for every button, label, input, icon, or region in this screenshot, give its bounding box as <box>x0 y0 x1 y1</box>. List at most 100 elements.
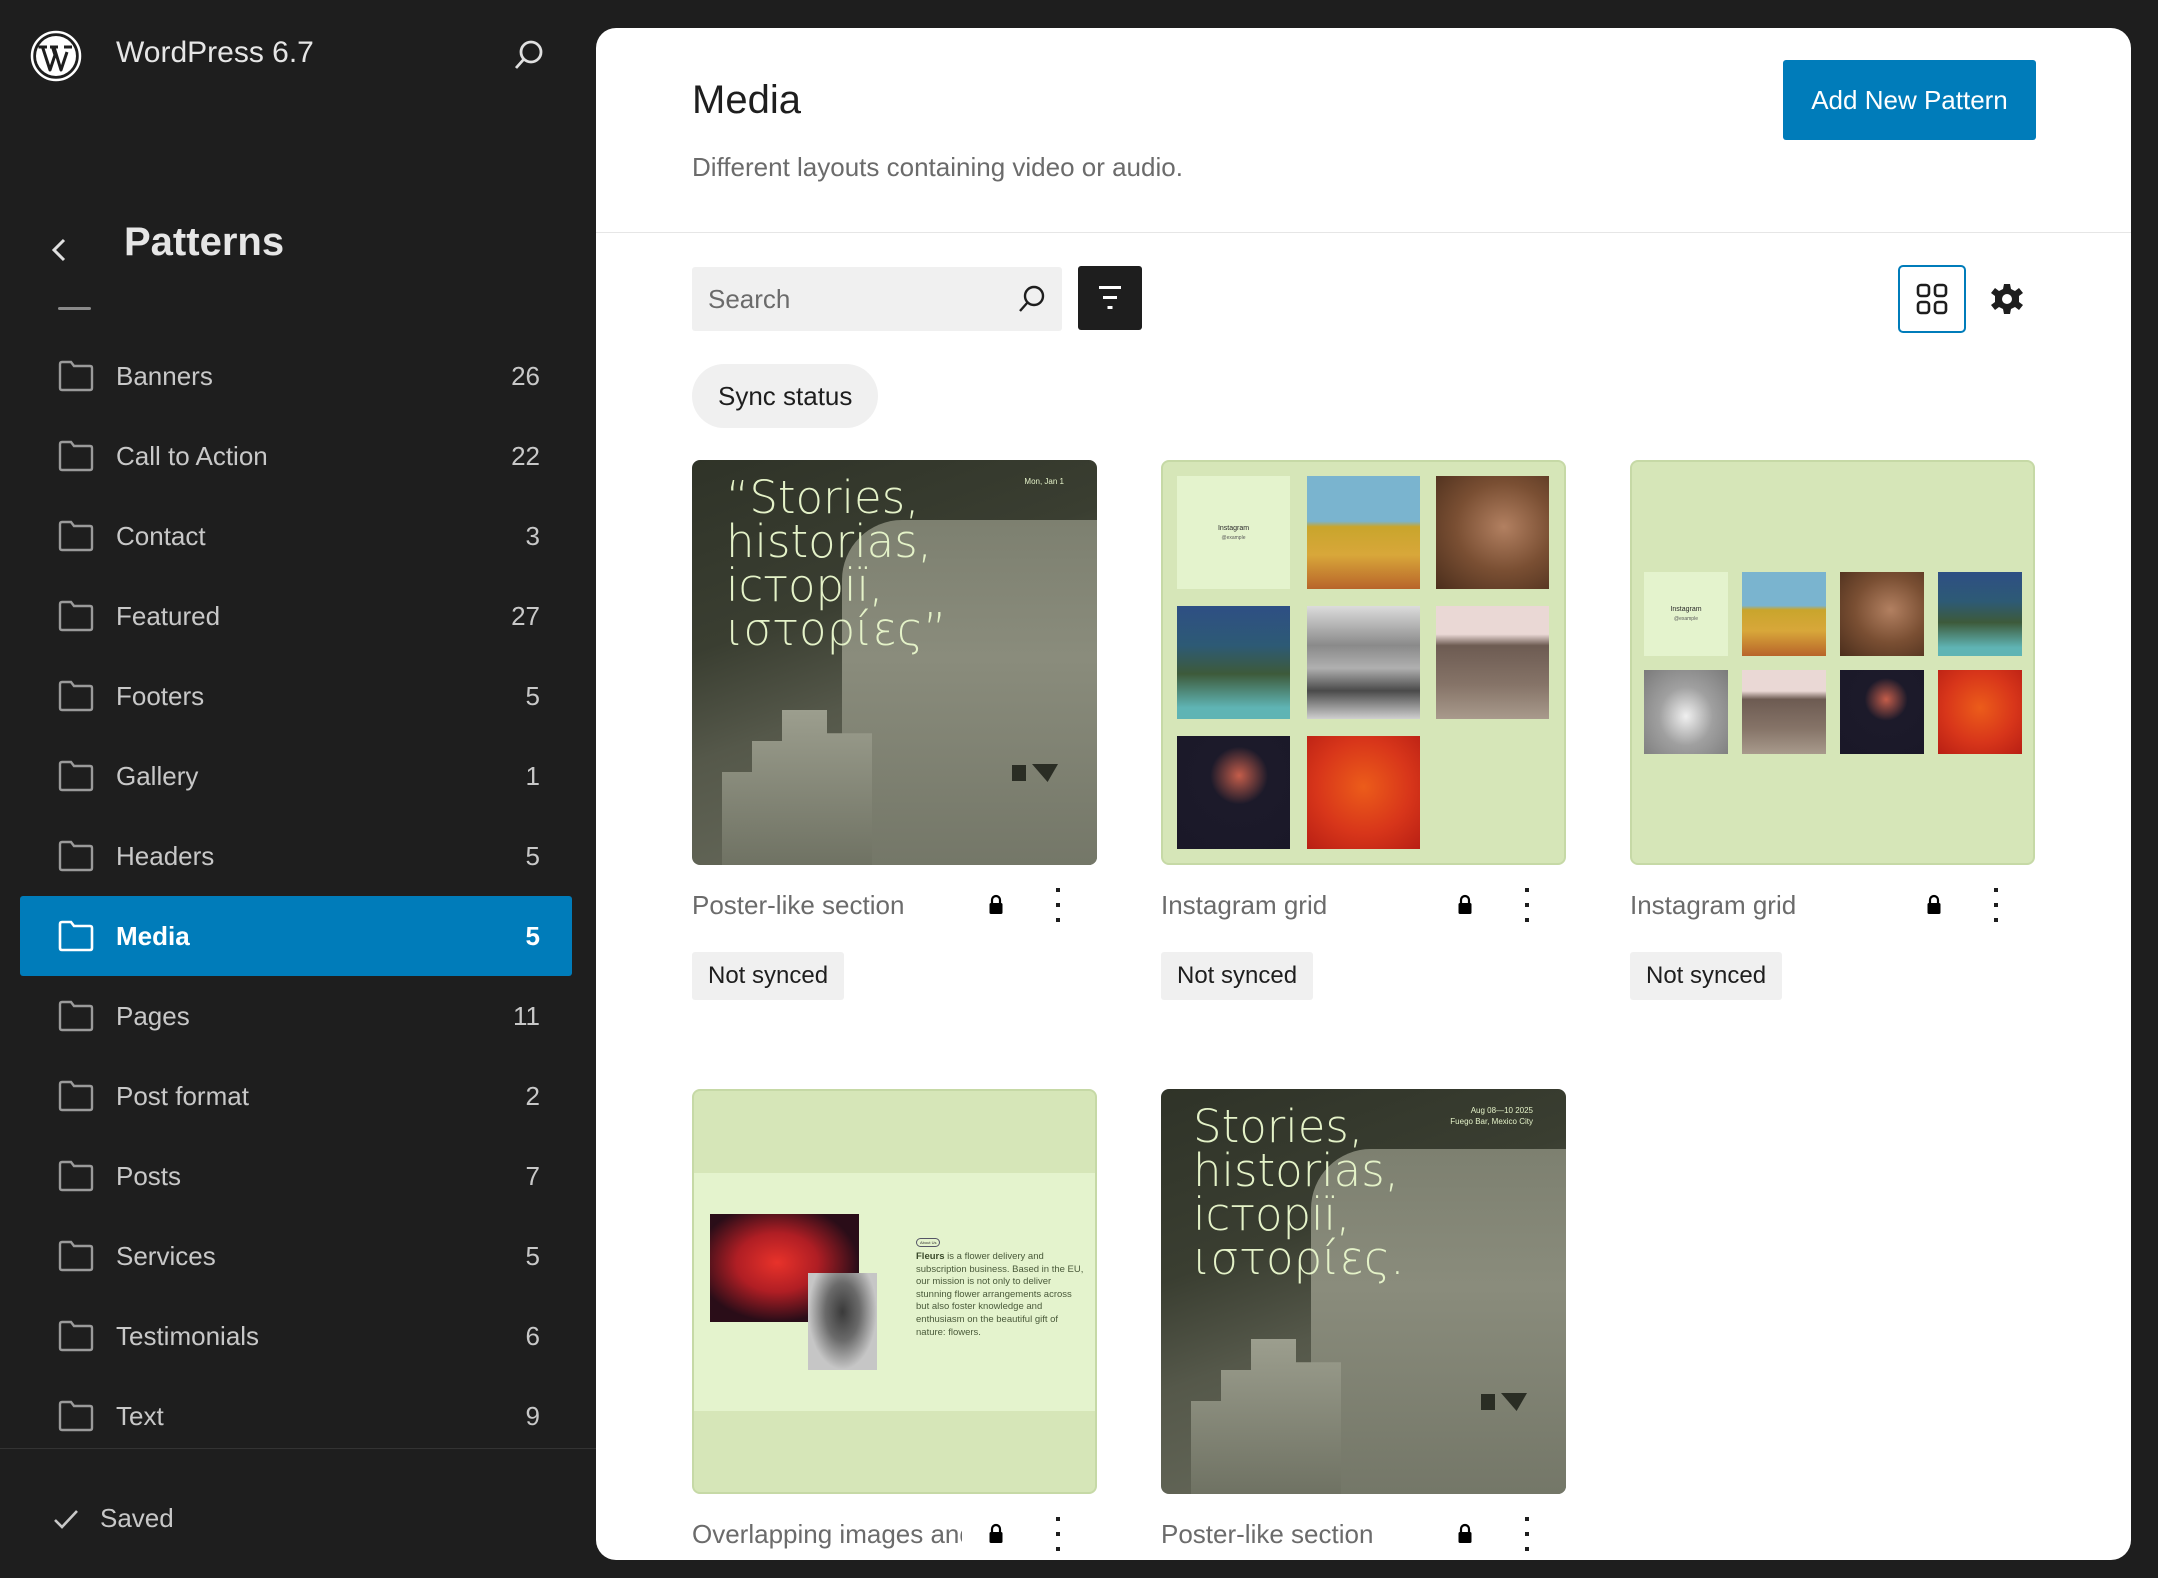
lock-icon <box>1927 894 1941 914</box>
sidebar-item-count: 7 <box>525 1160 540 1191</box>
sidebar-item-headers[interactable]: Headers 5 <box>20 816 572 896</box>
preview-heading: Stories, historias, історії, ιστορίες. <box>1193 1100 1405 1285</box>
more-options-icon[interactable] <box>1984 886 2008 924</box>
pattern-preview[interactable]: About Us Fleurs is a flower delivery and… <box>692 1089 1097 1494</box>
preview-image <box>1307 736 1420 849</box>
search-input[interactable] <box>708 267 1008 331</box>
folder-icon <box>58 1320 94 1352</box>
sidebar-item-services[interactable]: Services 5 <box>20 1216 572 1296</box>
sidebar-item-count: 22 <box>511 440 540 471</box>
preview-paragraph: Fleurs is a flower delivery and subscrip… <box>916 1251 1084 1338</box>
sidebar-item-media[interactable]: Media 5 <box>20 896 572 976</box>
sync-status-badge: Not synced <box>1630 952 1783 1000</box>
add-new-pattern-button[interactable]: Add New Pattern <box>1783 60 2036 140</box>
pattern-preview[interactable]: Instagram @example <box>1161 460 1566 865</box>
sidebar-item-label: Posts <box>116 1160 182 1191</box>
more-options-icon[interactable] <box>1046 1515 1070 1553</box>
preview-image <box>1840 670 1924 754</box>
sidebar-item-post-format[interactable]: Post format 2 <box>20 1056 572 1136</box>
folder-icon <box>58 760 94 792</box>
folder-icon <box>58 440 94 472</box>
sidebar-item-count: 6 <box>525 1320 540 1351</box>
instagram-label-tile: Instagram @example <box>1644 572 1728 656</box>
pattern-title[interactable]: Overlapping images and paragraph on soli… <box>692 1519 962 1550</box>
preview-image <box>1938 572 2022 656</box>
preview-image <box>1177 736 1290 849</box>
more-options-icon[interactable] <box>1515 886 1539 924</box>
pattern-title[interactable]: Poster-like section <box>1161 1519 1431 1550</box>
pattern-category-list: Banners 26 Call to Action 22 Contact 3 F… <box>20 336 572 1456</box>
sidebar-item-count: 5 <box>525 1240 540 1271</box>
lock-icon <box>1458 1523 1472 1543</box>
sidebar-item-count: 11 <box>513 1000 540 1031</box>
sidebar: WordPress 6.7 Patterns Banners 26 Call t… <box>0 0 596 1578</box>
sidebar-item-label: Services <box>116 1240 216 1271</box>
pattern-preview[interactable]: “Stories, historias, історії, ιστορίες” … <box>692 460 1097 865</box>
folder-icon <box>58 1080 94 1112</box>
sidebar-item-label: Footers <box>116 680 205 711</box>
sync-status-badge: Not synced <box>692 952 845 1000</box>
sidebar-item-text[interactable]: Text 9 <box>20 1376 572 1456</box>
site-editor: WordPress 6.7 Patterns Banners 26 Call t… <box>0 0 2158 1578</box>
pattern-title[interactable]: Poster-like section <box>692 890 962 921</box>
sidebar-item-label: Text <box>116 1400 164 1431</box>
folder-icon <box>58 920 94 952</box>
search-field[interactable] <box>692 267 1062 331</box>
sidebar-item-featured[interactable]: Featured 27 <box>20 576 572 656</box>
filter-button[interactable] <box>1078 266 1142 330</box>
wordpress-logo[interactable] <box>30 30 82 82</box>
preview-date: Mon, Jan 1 <box>1024 477 1064 486</box>
funnel-icon <box>1099 286 1121 309</box>
preview-image <box>1177 606 1290 719</box>
pattern-title[interactable]: Instagram grid <box>1161 890 1431 921</box>
search-icon <box>1019 285 1045 312</box>
preview-image <box>1938 670 2022 754</box>
save-status: Saved <box>0 1448 596 1578</box>
site-title: WordPress 6.7 <box>116 36 314 69</box>
sidebar-item-posts[interactable]: Posts 7 <box>20 1136 572 1216</box>
sidebar-item-contact[interactable]: Contact 3 <box>20 496 572 576</box>
sidebar-item-label: Banners <box>116 360 213 391</box>
pattern-preview[interactable]: Instagram @example <box>1630 460 2035 865</box>
sidebar-item-gallery[interactable]: Gallery 1 <box>20 736 572 816</box>
sidebar-item-count: 26 <box>511 360 540 391</box>
preview-image <box>722 710 872 865</box>
check-icon <box>54 1510 78 1529</box>
sync-status-filter-chip[interactable]: Sync status <box>692 364 879 428</box>
pattern-title[interactable]: Instagram grid <box>1630 890 1900 921</box>
view-layout-toggle[interactable] <box>1898 265 1966 333</box>
header-divider <box>596 232 2131 233</box>
sidebar-item-count: 1 <box>525 760 540 791</box>
sidebar-item-pages[interactable]: Pages 11 <box>20 976 572 1056</box>
pattern-preview[interactable]: Stories, historias, історії, ιστορίες. A… <box>1161 1089 1566 1494</box>
preview-image <box>1191 1339 1341 1494</box>
sidebar-item-banners[interactable]: Banners 26 <box>20 336 572 416</box>
preview-decoration <box>1012 765 1026 781</box>
folder-icon <box>58 1240 94 1272</box>
more-options-icon[interactable] <box>1515 1515 1539 1553</box>
pattern-card: About Us Fleurs is a flower delivery and… <box>692 1089 1097 1551</box>
sidebar-item-count: 3 <box>525 520 540 551</box>
sidebar-item-testimonials[interactable]: Testimonials 6 <box>20 1296 572 1376</box>
folder-icon <box>58 680 94 712</box>
sidebar-item-count: 9 <box>525 1400 540 1431</box>
sidebar-item-count: 5 <box>525 680 540 711</box>
search-icon[interactable] <box>512 38 546 72</box>
pattern-card: Stories, historias, історії, ιστορίες. A… <box>1161 1089 1566 1551</box>
gear-icon[interactable] <box>1986 278 2028 320</box>
preview-image <box>808 1273 877 1370</box>
sidebar-item-label: Headers <box>116 840 215 871</box>
lock-icon <box>989 1523 1003 1543</box>
folder-icon <box>58 1000 94 1032</box>
sidebar-item-call-to-action[interactable]: Call to Action 22 <box>20 416 572 496</box>
folder-icon <box>58 840 94 872</box>
patterns-panel: Media Different layouts containing video… <box>596 28 2131 1560</box>
page-title: Media <box>692 78 801 122</box>
chevron-left-icon[interactable] <box>44 230 74 270</box>
folder-icon <box>58 1160 94 1192</box>
preview-image <box>1307 476 1420 589</box>
preview-image <box>1742 572 1826 656</box>
sidebar-item-footers[interactable]: Footers 5 <box>20 656 572 736</box>
instagram-label-tile: Instagram @example <box>1177 476 1290 589</box>
more-options-icon[interactable] <box>1046 886 1070 924</box>
